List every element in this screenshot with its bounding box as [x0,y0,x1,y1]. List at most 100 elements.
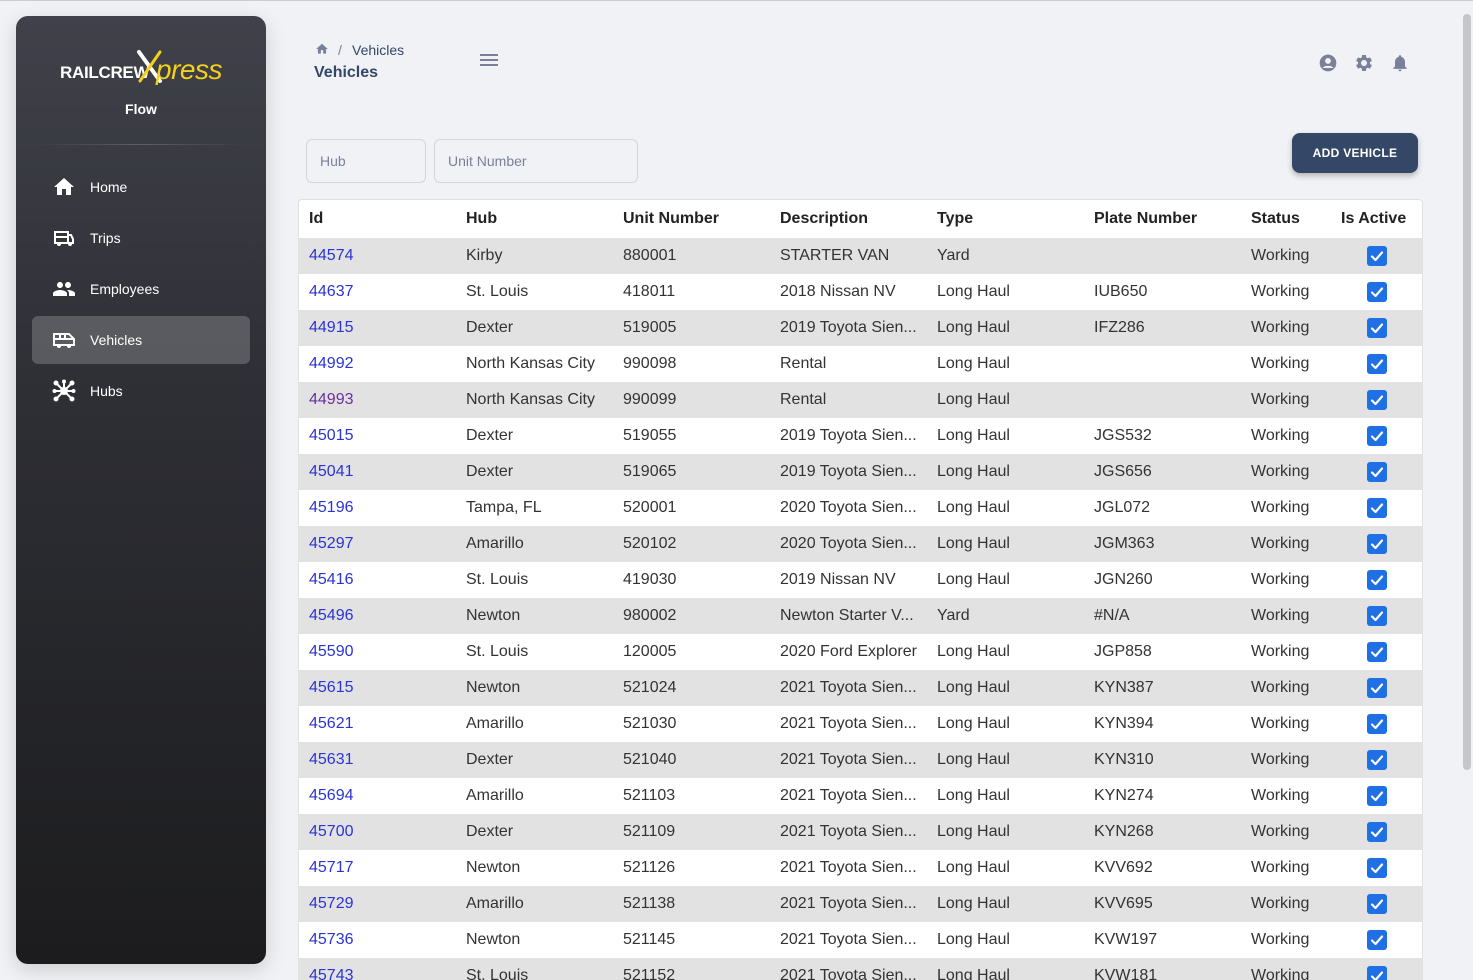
table-row[interactable]: 45700 Dexter 521109 2021 Toyota Sien... Long… [299,814,1422,850]
vehicle-id-link[interactable]: 45041 [309,463,354,480]
column-header-plate-number[interactable]: Plate Number [1084,200,1241,238]
checkmark-icon [1370,791,1383,802]
table-row[interactable]: 45590 St. Louis 120005 2020 Ford Explorer Lo… [299,634,1422,670]
table-row[interactable]: 45621 Amarillo 521030 2021 Toyota Sien... Lo… [299,706,1422,742]
vehicle-id-link[interactable]: 45496 [309,607,354,624]
is-active-checkbox[interactable] [1366,642,1387,662]
table-row[interactable]: 45743 St. Louis 521152 2021 Toyota Sien... L… [299,958,1422,980]
is-active-checkbox[interactable] [1366,822,1387,842]
table-row[interactable]: 44992 North Kansas City 990098 Rental Long H… [299,346,1422,382]
sidebar-item-home[interactable]: Home [32,163,250,211]
table-row[interactable]: 45196 Tampa, FL 520001 2020 Toyota Sien... L… [299,490,1422,526]
is-active-checkbox[interactable] [1366,714,1387,734]
table-row[interactable]: 44574 Kirby 880001 STARTER VAN Yard Working [299,238,1422,274]
vehicle-id-link[interactable]: 44993 [309,391,354,408]
table-row[interactable]: 45496 Newton 980002 Newton Starter V... Yard… [299,598,1422,634]
is-active-checkbox[interactable] [1366,282,1387,302]
is-active-checkbox[interactable] [1366,570,1387,590]
column-header-is-active[interactable]: Is Active [1331,200,1422,238]
account-icon[interactable] [1318,53,1338,73]
sidebar-item-hubs[interactable]: Hubs [32,367,250,415]
cell-description: Rental [780,355,827,372]
cell-unit-number: 418011 [623,283,676,300]
vehicle-id-link[interactable]: 44992 [309,355,354,372]
unit-number-filter-input[interactable] [434,139,638,183]
menu-icon[interactable] [479,51,499,69]
is-active-checkbox[interactable] [1366,426,1387,446]
vehicle-id-link[interactable]: 45631 [309,751,354,768]
vehicle-id-link[interactable]: 45729 [309,895,354,912]
table-row[interactable]: 45416 St. Louis 419030 2019 Nissan NV Long H… [299,562,1422,598]
vehicle-id-link[interactable]: 45615 [309,679,354,696]
vehicle-id-link[interactable]: 45297 [309,535,354,552]
page-scrollbar[interactable] [1463,14,1471,770]
brand-logo[interactable]: RAILCREW press [16,50,266,92]
is-active-checkbox[interactable] [1366,534,1387,554]
vehicle-id-link[interactable]: 45196 [309,499,354,516]
is-active-checkbox[interactable] [1366,390,1387,410]
column-header-id[interactable]: Id [299,200,456,238]
cell-id: 45729 [299,886,456,922]
table-row[interactable]: 45015 Dexter 519055 2019 Toyota Sien... Long… [299,418,1422,454]
table-row[interactable]: 45631 Dexter 521040 2021 Toyota Sien... Long… [299,742,1422,778]
vehicle-id-link[interactable]: 45717 [309,859,354,876]
notifications-icon[interactable] [1390,53,1410,73]
table-row[interactable]: 45736 Newton 521145 2021 Toyota Sien... Long… [299,922,1422,958]
vehicle-id-link[interactable]: 44915 [309,319,354,336]
table-row[interactable]: 44993 North Kansas City 990099 Rental Long H… [299,382,1422,418]
settings-icon[interactable] [1354,53,1374,73]
is-active-checkbox[interactable] [1366,966,1387,980]
is-active-checkbox[interactable] [1366,462,1387,482]
sidebar-item-employees[interactable]: Employees [32,265,250,313]
is-active-checkbox[interactable] [1366,678,1387,698]
breadcrumb-home-icon[interactable] [315,42,329,56]
table-row[interactable]: 45729 Amarillo 521138 2021 Toyota Sien... Lo… [299,886,1422,922]
sidebar-item-trips[interactable]: Trips [32,214,250,262]
cell-status: Working [1251,463,1310,480]
is-active-checkbox[interactable] [1366,858,1387,878]
table-row[interactable]: 45297 Amarillo 520102 2020 Toyota Sien... Lo… [299,526,1422,562]
is-active-checkbox[interactable] [1366,930,1387,950]
column-header-type[interactable]: Type [927,200,1084,238]
is-active-checkbox[interactable] [1366,354,1387,374]
hub-filter-input[interactable] [306,139,426,183]
cell-description: 2020 Ford Explorer [780,643,917,660]
cell-unit-number: 519005 [623,319,677,336]
column-header-status[interactable]: Status [1241,200,1331,238]
checkmark-icon [1370,755,1383,766]
column-header-unit-number[interactable]: Unit Number [613,200,770,238]
table-row[interactable]: 44637 St. Louis 418011 2018 Nissan NV Long H… [299,274,1422,310]
table-row[interactable]: 45615 Newton 521024 2021 Toyota Sien... Long… [299,670,1422,706]
vehicle-id-link[interactable]: 45590 [309,643,354,660]
is-active-checkbox[interactable] [1366,894,1387,914]
cell-plate-number: JGN260 [1094,571,1153,588]
column-header-hub[interactable]: Hub [456,200,613,238]
table-row[interactable]: 45041 Dexter 519065 2019 Toyota Sien... Long… [299,454,1422,490]
vehicle-id-link[interactable]: 45700 [309,823,354,840]
add-vehicle-button[interactable]: ADD VEHICLE [1292,133,1418,173]
table-row[interactable]: 45694 Amarillo 521103 2021 Toyota Sien... Lo… [299,778,1422,814]
table-row[interactable]: 44915 Dexter 519005 2019 Toyota Sien... Long… [299,310,1422,346]
table-row[interactable]: 45717 Newton 521126 2021 Toyota Sien... Long… [299,850,1422,886]
vehicle-id-link[interactable]: 45621 [309,715,354,732]
is-active-checkbox[interactable] [1366,246,1387,266]
cell-hub: Newton [466,859,521,876]
vehicle-id-link[interactable]: 44574 [309,247,354,264]
is-active-checkbox[interactable] [1366,498,1387,518]
vehicle-id-link[interactable]: 45015 [309,427,354,444]
vehicle-id-link[interactable]: 45416 [309,571,354,588]
vehicle-id-link[interactable]: 45694 [309,787,354,804]
cell-is-active [1331,490,1422,526]
cell-is-active [1331,418,1422,454]
sidebar-item-vehicles[interactable]: Vehicles [32,316,250,364]
is-active-checkbox[interactable] [1366,750,1387,770]
is-active-checkbox[interactable] [1366,786,1387,806]
vehicle-id-link[interactable]: 44637 [309,283,354,300]
cell-description: 2019 Toyota Sien... [780,427,917,444]
column-header-description[interactable]: Description [770,200,927,238]
vehicle-id-link[interactable]: 45736 [309,931,354,948]
vehicle-id-link[interactable]: 45743 [309,967,354,980]
is-active-checkbox[interactable] [1366,606,1387,626]
is-active-checkbox[interactable] [1366,318,1387,338]
cell-unit-number: 521030 [623,715,677,732]
